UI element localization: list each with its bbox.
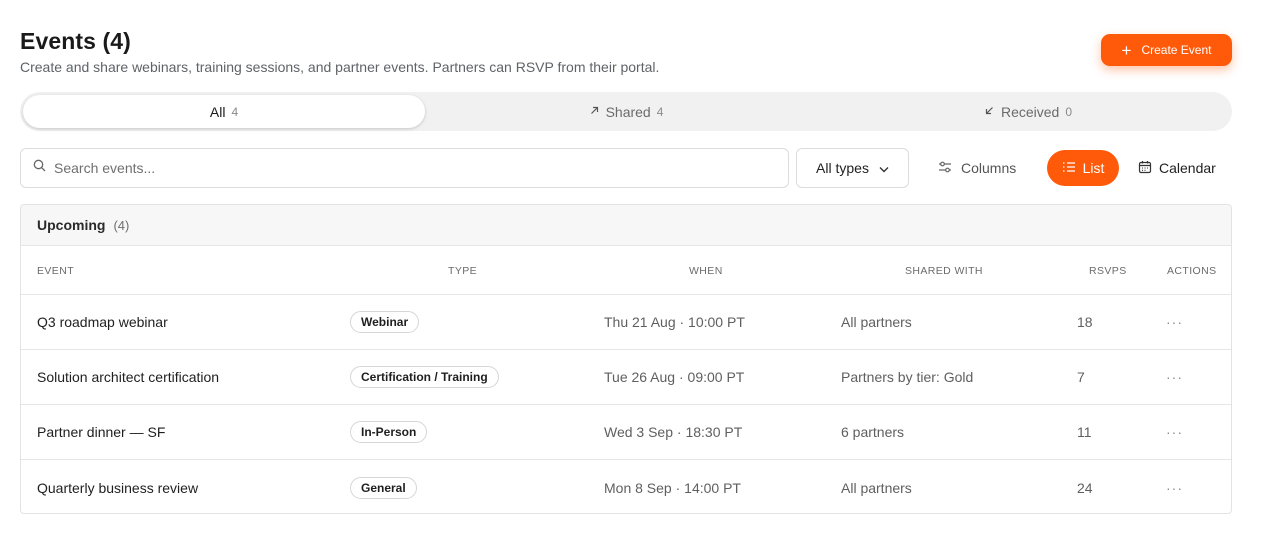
page-subtitle: Create and share webinars, training sess…	[20, 59, 660, 75]
event-name: Q3 roadmap webinar	[37, 314, 168, 330]
column-header-event: Event	[37, 265, 75, 277]
table-row[interactable]: Q3 roadmap webinar Webinar Thu 21 Aug · …	[21, 295, 1231, 350]
section-count: (4)	[113, 217, 130, 233]
tab-shared-count: 4	[656, 104, 664, 119]
event-shared-with: All partners	[841, 479, 912, 496]
tab-received-count: 0	[1065, 104, 1073, 119]
tab-received[interactable]: Received 0	[827, 95, 1229, 128]
plus-icon: +	[1121, 40, 1132, 60]
event-shared-with: Partners by tier: Gold	[841, 369, 974, 385]
create-event-button[interactable]: + Create Event	[1101, 34, 1232, 66]
event-name: Partner dinner — SF	[37, 424, 166, 440]
event-type-badge: Webinar	[350, 311, 420, 333]
type-filter-select[interactable]: All types	[796, 148, 909, 188]
event-name: Solution architect certification	[37, 369, 220, 385]
event-when: Tue 26 Aug · 09:00 PT	[604, 369, 745, 385]
event-shared-with: All partners	[841, 314, 912, 330]
table-header: Event Type When Shared With RSVPs Action…	[21, 246, 1231, 295]
table-row[interactable]: Solution architect certification Certifi…	[21, 350, 1231, 405]
tab-all-count: 4	[231, 104, 239, 119]
more-actions-icon[interactable]: ···	[1166, 424, 1183, 440]
sliders-icon	[938, 160, 952, 176]
calendar-view-button[interactable]: Calendar	[1132, 150, 1222, 186]
event-shared-with: 6 partners	[841, 424, 905, 440]
tab-shared[interactable]: Shared 4	[425, 95, 827, 128]
event-type-badge: General	[350, 476, 417, 499]
arrow-up-right-icon	[589, 105, 600, 119]
search-icon	[33, 159, 46, 177]
tab-shared-label: Shared	[605, 103, 651, 120]
tab-received-label: Received	[1000, 103, 1060, 120]
list-view-button[interactable]: List	[1047, 150, 1119, 186]
more-actions-icon[interactable]: ···	[1166, 480, 1183, 496]
column-header-type: Type	[448, 265, 478, 277]
event-rsvps: 11	[1077, 424, 1092, 440]
event-rsvps: 18	[1077, 314, 1093, 330]
section-title: Upcoming	[37, 217, 106, 233]
list-label: List	[1082, 160, 1105, 176]
event-type-badge: In-Person	[350, 421, 428, 443]
search-input[interactable]	[54, 160, 754, 176]
arrow-down-left-icon	[984, 105, 995, 119]
more-actions-icon[interactable]: ···	[1166, 369, 1183, 385]
type-filter-value: All types	[816, 160, 869, 176]
table-row[interactable]: Partner dinner — SF In-Person Wed 3 Sep …	[21, 405, 1231, 460]
list-icon	[1062, 160, 1076, 176]
column-header-actions: Actions	[1167, 265, 1217, 277]
event-when: Thu 21 Aug · 10:00 PT	[604, 314, 745, 330]
event-when: Wed 3 Sep · 18:30 PT	[604, 424, 743, 440]
section-header: Upcoming (4)	[21, 205, 1231, 246]
event-tabs: All 4 Shared 4 Received 0	[20, 92, 1232, 131]
tab-all-label: All	[209, 103, 226, 120]
calendar-label: Calendar	[1159, 160, 1216, 176]
events-table: Upcoming (4) Event Type When Shared With…	[20, 204, 1232, 514]
event-rsvps: 24	[1077, 479, 1093, 496]
column-header-rsvps: RSVPs	[1089, 265, 1127, 277]
event-name: Quarterly business review	[37, 479, 199, 496]
create-event-label: Create Event	[1141, 43, 1212, 57]
more-actions-icon[interactable]: ···	[1166, 314, 1183, 330]
columns-button[interactable]: Columns	[930, 150, 1024, 186]
event-rsvps: 7	[1077, 369, 1085, 385]
event-when: Mon 8 Sep · 14:00 PT	[604, 479, 741, 496]
tab-all[interactable]: All 4	[23, 95, 425, 128]
calendar-icon	[1138, 160, 1152, 177]
column-header-shared-with: Shared With	[905, 265, 983, 277]
column-header-when: When	[689, 265, 723, 277]
page-title: Events (4)	[20, 28, 131, 54]
search-box	[20, 148, 789, 188]
event-type-badge: Certification / Training	[350, 366, 499, 388]
chevron-down-icon	[879, 160, 889, 176]
table-row[interactable]: Quarterly business review General Mon 8 …	[21, 460, 1231, 513]
columns-label: Columns	[961, 160, 1017, 176]
